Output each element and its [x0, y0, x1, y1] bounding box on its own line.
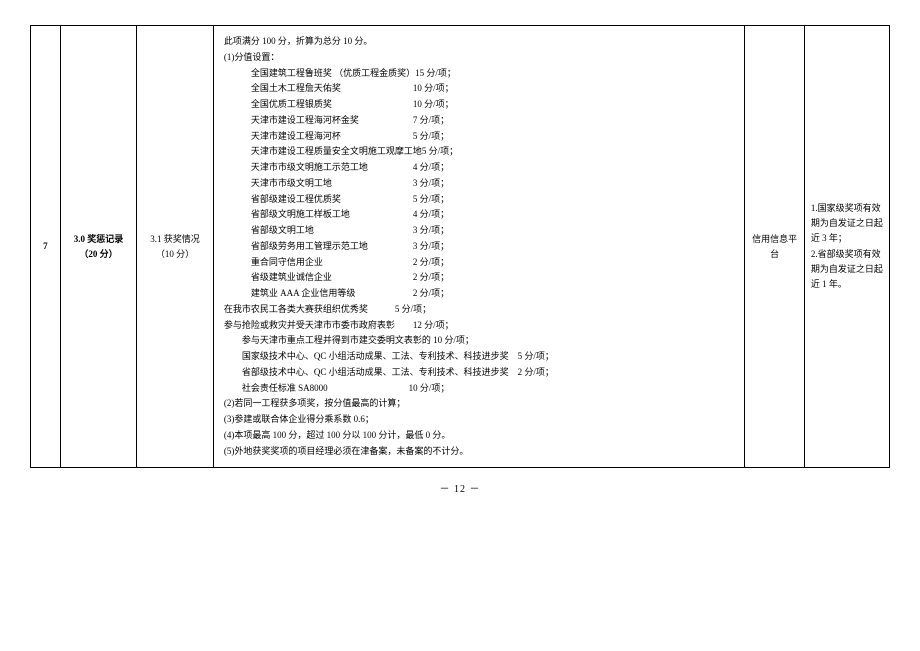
award-name: 重合同守信用企业	[251, 255, 413, 271]
award-score: 4 分/项；	[413, 160, 449, 176]
award-line: 天津市建设工程海河杯5 分/项；	[224, 129, 735, 145]
award-line: 天津市市级文明工地3 分/项；	[224, 176, 735, 192]
page-number: － 12 －	[30, 480, 890, 495]
award-name: 全国优质工程银质奖	[251, 97, 413, 113]
award-name: 天津市建设工程海河杯金奖	[251, 113, 413, 129]
award-line: 省部级文明施工样板工地4 分/项；	[224, 207, 735, 223]
award-line: 省级建筑业诚信企业2 分/项；	[224, 270, 735, 286]
cell-content: 此项满分 100 分，折算为总分 10 分。(1)分值设置：全国建筑工程鲁班奖 …	[213, 26, 745, 468]
award-score: 4 分/项；	[413, 207, 449, 223]
extra-line: 参与抢险或救灾并受天津市市委市政府表彰 12 分/项；	[224, 318, 735, 334]
extra-line: 国家级技术中心、QC 小组活动成果、工法、专利技术、科技进步奖 5 分/项；	[224, 349, 735, 365]
extra-line: 在我市农民工各类大赛获组织优秀奖 5 分/项；	[224, 302, 735, 318]
award-score: 15 分/项；	[415, 66, 456, 82]
award-line: 天津市市级文明施工示范工地4 分/项；	[224, 160, 735, 176]
award-line: 重合同守信用企业2 分/项；	[224, 255, 735, 271]
rule-line: (5)外地获奖奖项的项目经理必须在津备案，未备案的不计分。	[224, 444, 735, 460]
award-score: 3 分/项；	[413, 176, 449, 192]
award-score: 10 分/项；	[413, 81, 454, 97]
extra-line: 参与天津市重点工程并得到市建交委明文表彰的 10 分/项；	[224, 333, 735, 349]
cell-source: 信用信息平台	[745, 26, 805, 468]
cell-notes: 1.国家级奖项有效期为自发证之日起近 3 年； 2.省部级奖项有效期为自发证之日…	[804, 26, 889, 468]
award-line: 省部级文明工地3 分/项；	[224, 223, 735, 239]
award-name: 省部级文明工地	[251, 223, 413, 239]
award-line: 全国优质工程银质奖10 分/项；	[224, 97, 735, 113]
table-row: 7 3.0 奖惩记录（20 分） 3.1 获奖情况（10 分） 此项满分 100…	[31, 26, 890, 468]
content-header: 此项满分 100 分，折算为总分 10 分。	[224, 34, 735, 50]
scoring-table: 7 3.0 奖惩记录（20 分） 3.1 获奖情况（10 分） 此项满分 100…	[30, 25, 890, 468]
award-line: 全国土木工程詹天佑奖10 分/项；	[224, 81, 735, 97]
award-score: 2 分/项；	[413, 270, 449, 286]
award-name: 天津市建设工程质量安全文明施工观摩工地	[251, 144, 422, 160]
rule-line: (2)若同一工程获多项奖，按分值最高的计算；	[224, 396, 735, 412]
extra-line: 省部级技术中心、QC 小组活动成果、工法、专利技术、科技进步奖 2 分/项；	[224, 365, 735, 381]
award-score: 5 分/项；	[422, 144, 458, 160]
award-name: 天津市市级文明施工示范工地	[251, 160, 413, 176]
award-line: 省部级建设工程优质奖5 分/项；	[224, 192, 735, 208]
award-score: 5 分/项；	[413, 129, 449, 145]
award-line: 建筑业 AAA 企业信用等级2 分/项；	[224, 286, 735, 302]
extra-line: 社会责任标准 SA8000 10 分/项；	[224, 381, 735, 397]
award-name: 省部级文明施工样板工地	[251, 207, 413, 223]
award-name: 建筑业 AAA 企业信用等级	[251, 286, 413, 302]
award-name: 天津市市级文明工地	[251, 176, 413, 192]
award-name: 全国土木工程詹天佑奖	[251, 81, 413, 97]
award-score: 10 分/项；	[413, 97, 454, 113]
section1-title: (1)分值设置：	[224, 50, 735, 66]
award-score: 2 分/项；	[413, 286, 449, 302]
award-name: 天津市建设工程海河杯	[251, 129, 413, 145]
award-score: 3 分/项；	[413, 223, 449, 239]
award-line: 全国建筑工程鲁班奖 （优质工程金质奖）15 分/项；	[224, 66, 735, 82]
award-score: 2 分/项；	[413, 255, 449, 271]
award-score: 7 分/项；	[413, 113, 449, 129]
award-name: 省级建筑业诚信企业	[251, 270, 413, 286]
award-line: 天津市建设工程海河杯金奖7 分/项；	[224, 113, 735, 129]
award-name: 全国建筑工程鲁班奖 （优质工程金质奖）	[251, 66, 415, 82]
award-score: 3 分/项；	[413, 239, 449, 255]
rule-line: (3)参建或联合体企业得分乘系数 0.6；	[224, 412, 735, 428]
award-score: 5 分/项；	[413, 192, 449, 208]
award-line: 天津市建设工程质量安全文明施工观摩工地5 分/项；	[224, 144, 735, 160]
cell-category: 3.0 奖惩记录（20 分）	[60, 26, 137, 468]
award-name: 省部级劳务用工管理示范工地	[251, 239, 413, 255]
rule-line: (4)本项最高 100 分，超过 100 分以 100 分计，最低 0 分。	[224, 428, 735, 444]
award-line: 省部级劳务用工管理示范工地3 分/项；	[224, 239, 735, 255]
cell-no: 7	[31, 26, 61, 468]
award-name: 省部级建设工程优质奖	[251, 192, 413, 208]
cell-sub: 3.1 获奖情况（10 分）	[137, 26, 214, 468]
